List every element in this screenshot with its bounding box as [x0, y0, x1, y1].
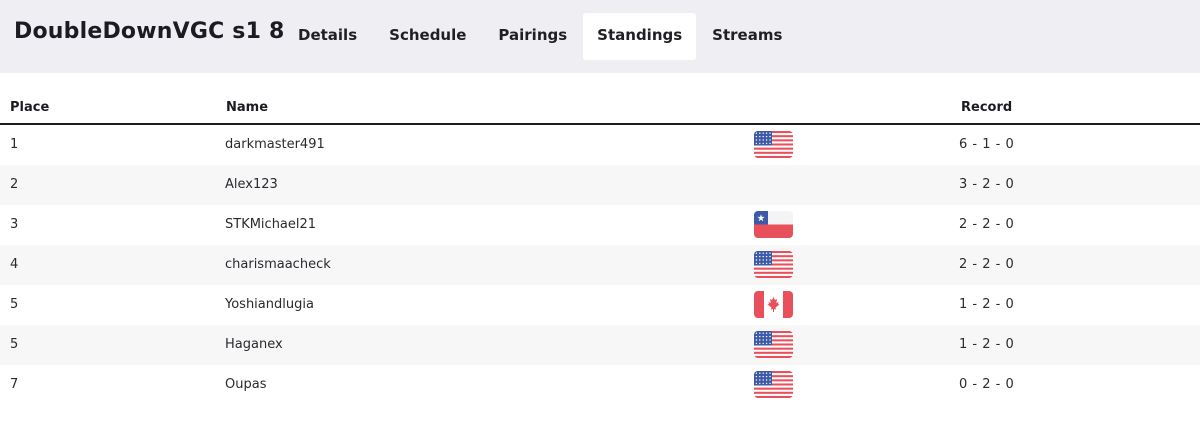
- table-body: 1 darkmaster491 6 - 1 - 0 2 Alex123 3 - …: [0, 125, 1200, 405]
- table-row: 2 Alex123 3 - 2 - 0: [0, 165, 1200, 205]
- player-name[interactable]: STKMichael21: [225, 217, 316, 232]
- record-cell: 6 - 1 - 0: [959, 137, 1015, 152]
- table-row: 3 STKMichael21 2 - 2 - 0: [0, 205, 1200, 245]
- flag-us-icon: [754, 251, 793, 278]
- place-cell: 4: [10, 257, 19, 272]
- player-name[interactable]: Haganex: [225, 337, 283, 352]
- flag-cl-icon: [754, 211, 793, 238]
- table-row: 1 darkmaster491 6 - 1 - 0: [0, 125, 1200, 165]
- record-cell: 0 - 2 - 0: [959, 377, 1015, 392]
- flag-us-icon: [754, 331, 793, 358]
- record-cell: 1 - 2 - 0: [959, 337, 1015, 352]
- place-cell: 3: [10, 217, 19, 232]
- flag-us-icon: [754, 371, 793, 398]
- column-header-record: Record: [961, 100, 1013, 115]
- page-title: DoubleDownVGC s1 8: [14, 19, 285, 44]
- tab-pairings[interactable]: Pairings: [482, 13, 583, 60]
- record-cell: 2 - 2 - 0: [959, 257, 1015, 272]
- record-cell: 1 - 2 - 0: [959, 297, 1015, 312]
- place-cell: 1: [10, 137, 19, 152]
- table-row: 5 Yoshiandlugia 1 - 2 - 0: [0, 285, 1200, 325]
- standings-table: Place Name Record 1 darkmaster491 6 - 1 …: [0, 73, 1200, 405]
- column-header-name: Name: [226, 100, 269, 115]
- table-row: 4 charismaacheck 2 - 2 - 0: [0, 245, 1200, 285]
- tab-schedule[interactable]: Schedule: [373, 13, 482, 60]
- place-cell: 2: [10, 177, 19, 192]
- place-cell: 7: [10, 377, 19, 392]
- column-header-place: Place: [10, 100, 50, 115]
- tab-details[interactable]: Details: [282, 13, 373, 60]
- flag-ca-icon: [754, 291, 793, 318]
- place-cell: 5: [10, 337, 19, 352]
- record-cell: 2 - 2 - 0: [959, 217, 1015, 232]
- record-cell: 3 - 2 - 0: [959, 177, 1015, 192]
- tab-streams[interactable]: Streams: [696, 13, 798, 60]
- table-row: 5 Haganex 1 - 2 - 0: [0, 325, 1200, 365]
- table-header: Place Name Record: [0, 73, 1200, 125]
- table-row: 7 Oupas 0 - 2 - 0: [0, 365, 1200, 405]
- player-name[interactable]: Oupas: [225, 377, 266, 392]
- tab-standings[interactable]: Standings: [583, 13, 697, 60]
- nav-tabs: Details Schedule Pairings Standings Stre…: [282, 13, 798, 60]
- player-name[interactable]: Alex123: [225, 177, 278, 192]
- place-cell: 5: [10, 297, 19, 312]
- flag-us-icon: [754, 131, 793, 158]
- top-bar: DoubleDownVGC s1 8 Details Schedule Pair…: [0, 0, 1200, 73]
- player-name[interactable]: Yoshiandlugia: [225, 297, 314, 312]
- player-name[interactable]: charismaacheck: [225, 257, 331, 272]
- player-name[interactable]: darkmaster491: [225, 137, 325, 152]
